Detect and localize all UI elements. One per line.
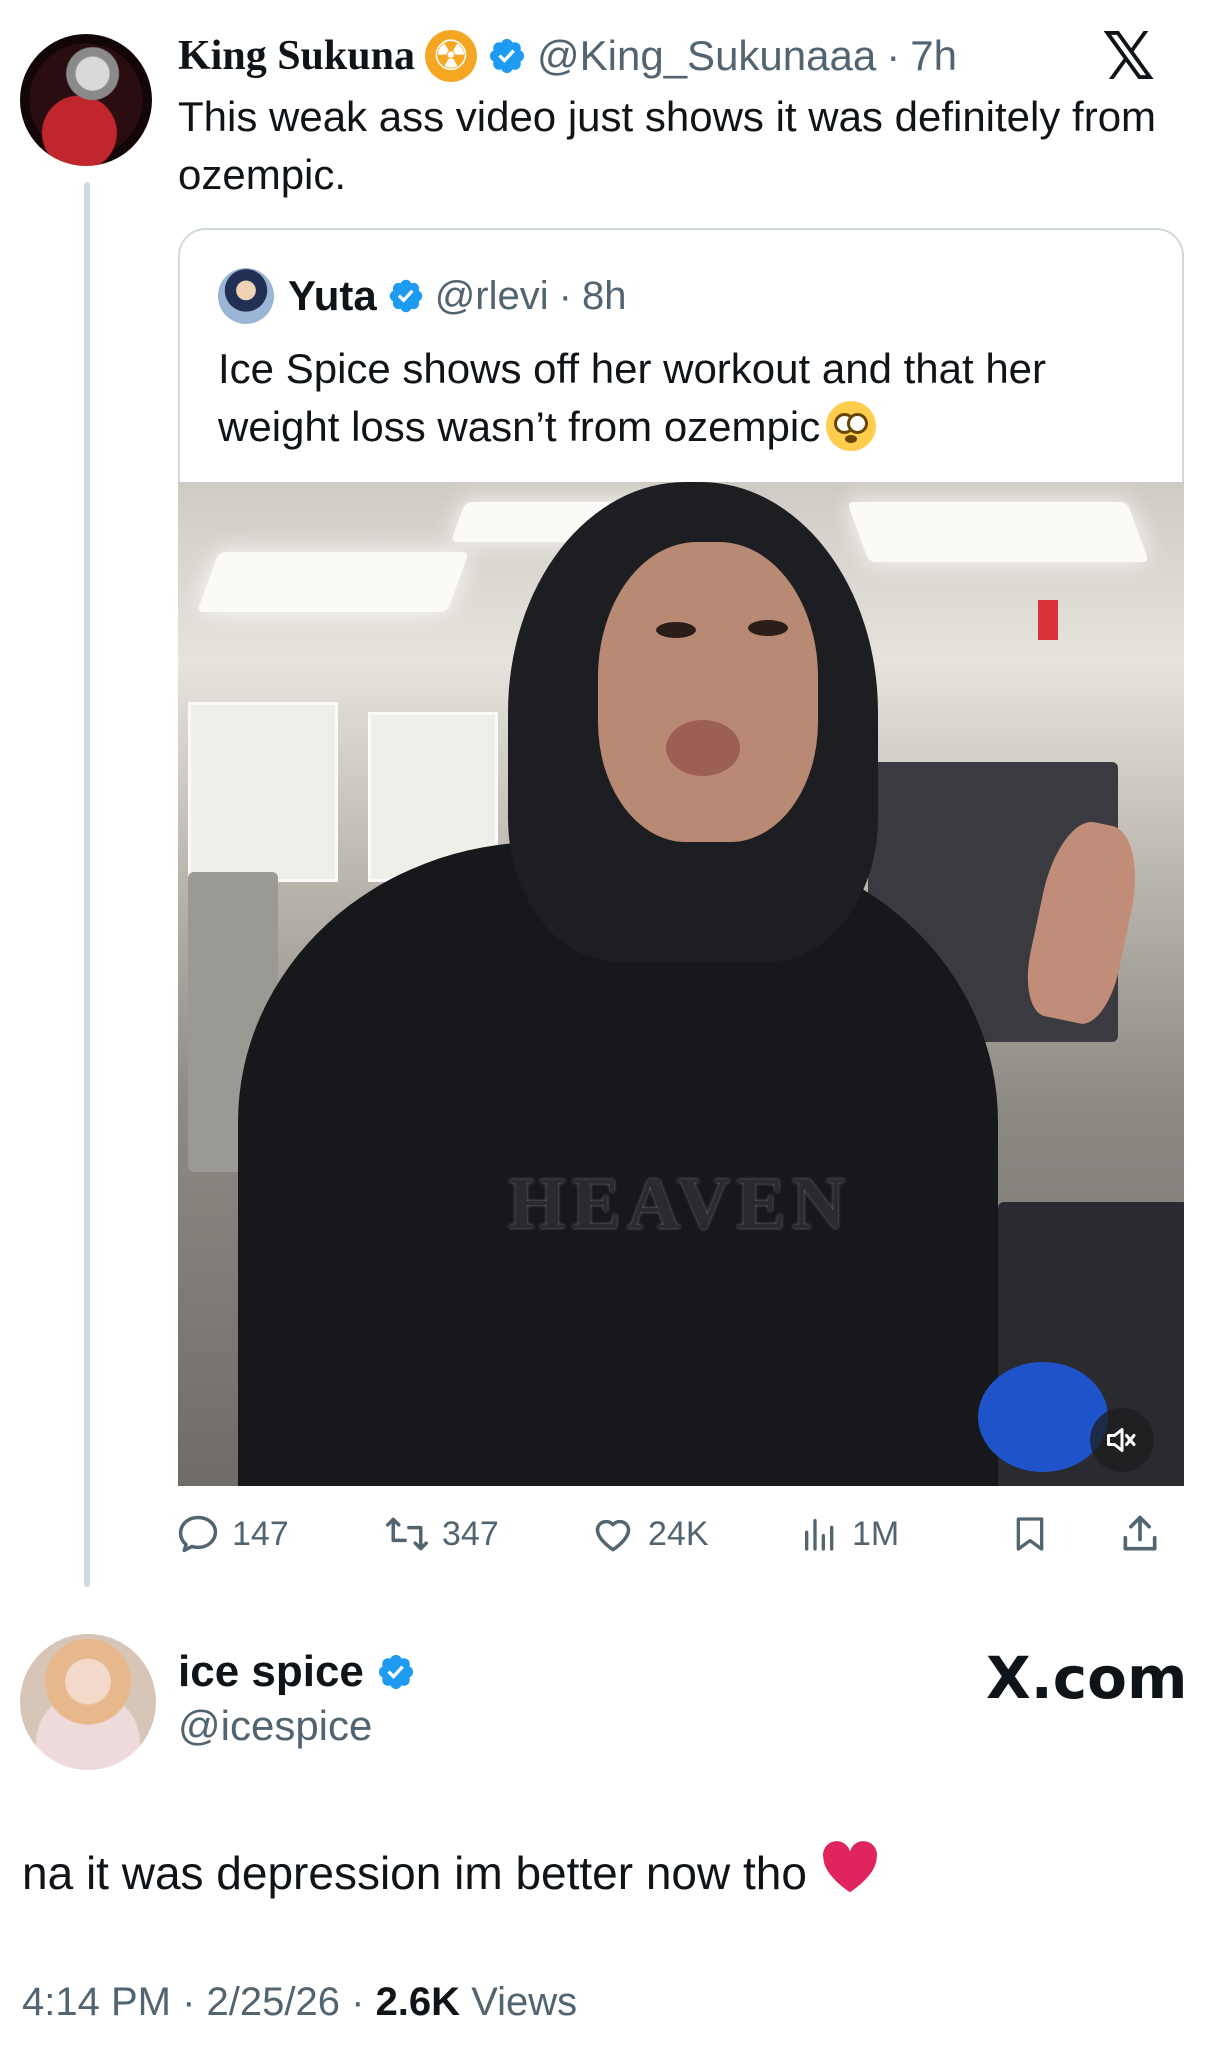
exit-sign bbox=[1038, 600, 1058, 640]
quoted-tweet-time[interactable]: 8h bbox=[582, 274, 627, 319]
share-button[interactable] bbox=[1118, 1506, 1162, 1562]
verified-icon bbox=[376, 1652, 416, 1692]
like-count: 24K bbox=[648, 1514, 709, 1553]
avatar-yuta[interactable] bbox=[218, 268, 274, 324]
reply-tweet-date[interactable]: 2/25/26 bbox=[207, 1980, 340, 2024]
thread-connector-line bbox=[84, 182, 90, 1587]
x-com-logo: X.com bbox=[986, 1644, 1188, 1712]
main-tweet-text: This weak ass video just shows it was de… bbox=[178, 93, 1157, 198]
reply-tweet-text: na it was depression im better now tho bbox=[22, 1840, 879, 1905]
like-icon bbox=[595, 1519, 631, 1552]
bookmark-button[interactable] bbox=[1010, 1506, 1050, 1562]
avatar-king-sukuna[interactable] bbox=[20, 34, 152, 166]
meta-separator: · bbox=[182, 1980, 207, 2024]
bookmark-icon bbox=[1016, 1517, 1044, 1551]
verified-icon bbox=[387, 277, 425, 315]
reply-tweet-views-count: 2.6K bbox=[375, 1980, 461, 2024]
person-face bbox=[598, 542, 818, 842]
meta-separator: · bbox=[351, 1980, 376, 2024]
reply-tweet-text-body: na it was depression im better now tho bbox=[22, 1846, 807, 1899]
views-icon bbox=[805, 1519, 834, 1551]
main-tweet-separator: · bbox=[886, 32, 901, 79]
person-eye bbox=[656, 622, 696, 638]
reply-tweet-handle[interactable]: @icespice bbox=[178, 1702, 372, 1750]
repost-button[interactable]: 347 bbox=[384, 1506, 499, 1562]
quoted-tweet-text: Ice Spice shows off her workout and that… bbox=[218, 340, 1158, 456]
main-tweet-display-name[interactable]: King Sukuna bbox=[178, 32, 415, 80]
reply-button[interactable]: 147 bbox=[176, 1506, 289, 1562]
water-bottle-cap bbox=[978, 1362, 1108, 1472]
quoted-tweet-header: Yuta @rlevi · 8h bbox=[288, 266, 626, 326]
reply-icon bbox=[178, 1515, 218, 1553]
views-count: 1M bbox=[852, 1514, 900, 1553]
avatar-ice-spice[interactable] bbox=[20, 1634, 156, 1770]
reply-tweet-meta: 4:14 PM · 2/25/26 · 2.6K Views bbox=[22, 1980, 577, 2025]
share-icon bbox=[1123, 1515, 1157, 1551]
quoted-tweet-display-name[interactable]: Yuta bbox=[288, 272, 377, 320]
quoted-tweet-text-body: Ice Spice shows off her workout and that… bbox=[218, 345, 1047, 450]
reply-tweet-header: ice spice bbox=[178, 1642, 416, 1702]
repost-count: 347 bbox=[442, 1514, 499, 1553]
ceiling-light bbox=[197, 552, 469, 612]
flushed-face-emoji bbox=[826, 401, 877, 451]
main-tweet-handle[interactable]: @King_Sukunaaa bbox=[537, 32, 876, 80]
quoted-tweet-handle[interactable]: @rlevi bbox=[435, 274, 549, 319]
hoodie-print-text: HEAVEN bbox=[508, 1163, 852, 1245]
video-player[interactable]: HEAVEN bbox=[178, 482, 1184, 1486]
mute-button[interactable] bbox=[1090, 1408, 1154, 1472]
main-tweet-time[interactable]: 7h bbox=[910, 32, 957, 80]
red-heart-emoji bbox=[821, 1840, 879, 1905]
radioactive-badge-icon bbox=[425, 30, 477, 82]
reply-count: 147 bbox=[232, 1514, 289, 1553]
ceiling-light bbox=[847, 502, 1149, 562]
views-button[interactable]: 1M bbox=[800, 1506, 899, 1562]
main-tweet-header: King Sukuna @King_Sukunaaa · 7h bbox=[178, 26, 957, 86]
person-eye bbox=[748, 620, 788, 636]
reply-tweet-views-label: Views bbox=[471, 1980, 578, 2024]
reply-tweet-display-name[interactable]: ice spice bbox=[178, 1647, 364, 1697]
quoted-tweet-separator: · bbox=[558, 273, 572, 318]
mute-icon bbox=[1107, 1428, 1136, 1452]
gym-window bbox=[188, 702, 338, 882]
reply-tweet-time[interactable]: 4:14 PM bbox=[22, 1980, 171, 2024]
verified-icon bbox=[487, 36, 527, 76]
repost-icon bbox=[386, 1517, 428, 1551]
like-button[interactable]: 24K bbox=[590, 1506, 709, 1562]
x-logo-icon: 𝕏 bbox=[1102, 18, 1156, 95]
person-lips bbox=[666, 720, 740, 776]
